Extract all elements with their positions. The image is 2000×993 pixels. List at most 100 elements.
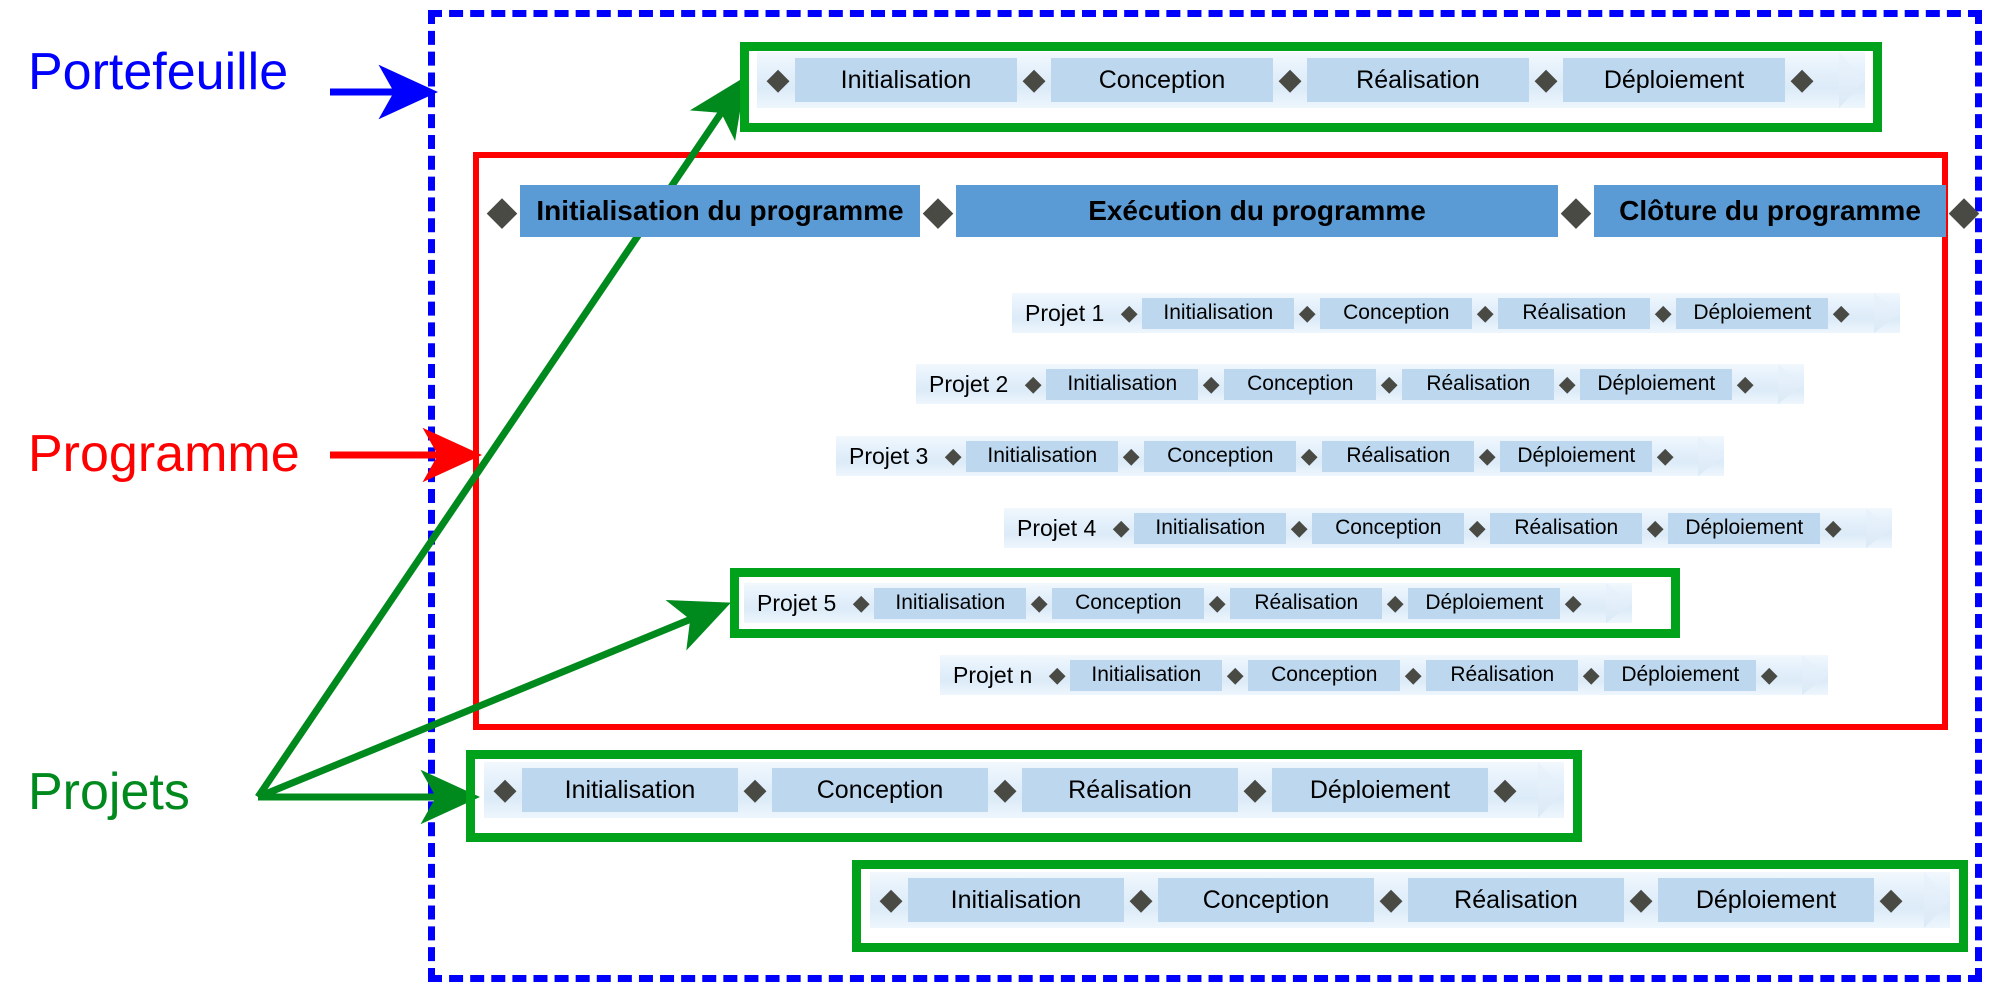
timeline-arrow-tip (1874, 293, 1900, 333)
diamond-icon: ◆ (1654, 300, 1672, 325)
diamond-icon: ◆ (1629, 883, 1653, 916)
project-row-n[interactable]: Projet n ◆ Initialisation ◆ Conception ◆… (940, 655, 1828, 695)
diagram-canvas: Portefeuille Programme Projets ◆ Initial… (0, 0, 2000, 993)
diamond-icon: ◆ (766, 63, 790, 96)
phase-cell-deploiement[interactable]: Déploiement (1580, 368, 1733, 400)
diamond-icon: ◆ (1122, 443, 1140, 468)
phase-cell-deploiement[interactable]: Déploiement (1604, 659, 1757, 691)
phase-cell-initialisation[interactable]: Initialisation (795, 58, 1017, 102)
diamond-icon: ◆ (1879, 883, 1903, 916)
phase-cell-realisation[interactable]: Réalisation (1322, 440, 1475, 472)
phase-cell-initialisation[interactable]: Initialisation (522, 768, 738, 812)
phase-cell-realisation[interactable]: Réalisation (1426, 659, 1579, 691)
diamond-icon: ◆ (1558, 371, 1576, 396)
phase-cell-initialisation[interactable]: Initialisation (1134, 512, 1287, 544)
phase-cell-conception[interactable]: Conception (1052, 587, 1205, 619)
phase-cell-initialisation[interactable]: Initialisation (908, 878, 1124, 922)
project-row-label: Projet n (953, 661, 1033, 688)
diamond-icon: ◆ (1790, 63, 1814, 96)
phase-cell-realisation[interactable]: Réalisation (1408, 878, 1624, 922)
timeline-arrow-tip (1778, 364, 1804, 404)
phase-cell-conception[interactable]: Conception (772, 768, 988, 812)
diamond-icon: ◆ (1656, 443, 1674, 468)
phase-cell-deploiement[interactable]: Déploiement (1668, 512, 1821, 544)
diamond-icon: ◆ (486, 189, 518, 233)
phase-cell-conception[interactable]: Conception (1248, 659, 1401, 691)
programme-phase-execution[interactable]: Exécution du programme (956, 185, 1558, 237)
diamond-icon: ◆ (1030, 590, 1048, 615)
timeline-arrow-tip (1538, 762, 1564, 818)
programme-phase-bar[interactable]: ◆ Initialisation du programme ◆ Exécutio… (484, 183, 1982, 239)
projects-label: Projets (28, 763, 190, 821)
project-row-2[interactable]: Projet 2 ◆ Initialisation ◆ Conception ◆… (916, 364, 1804, 404)
phase-cell-conception[interactable]: Conception (1320, 297, 1473, 329)
diamond-icon: ◆ (1379, 883, 1403, 916)
phase-cell-conception[interactable]: Conception (1312, 512, 1465, 544)
phase-cell-deploiement[interactable]: Déploiement (1408, 587, 1561, 619)
diamond-icon: ◆ (1226, 662, 1244, 687)
diamond-icon: ◆ (1478, 443, 1496, 468)
phase-cell-deploiement[interactable]: Déploiement (1658, 878, 1874, 922)
phase-cell-realisation[interactable]: Réalisation (1498, 297, 1651, 329)
project-row-5[interactable]: Projet 5 ◆ Initialisation ◆ Conception ◆… (744, 583, 1632, 623)
phase-cell-realisation[interactable]: Réalisation (1402, 368, 1555, 400)
diamond-icon: ◆ (493, 773, 517, 806)
diamond-icon: ◆ (1298, 300, 1316, 325)
phase-cell-conception[interactable]: Conception (1224, 368, 1377, 400)
diamond-icon: ◆ (1243, 773, 1267, 806)
portfolio-top-timeline[interactable]: ◆ Initialisation ◆ Conception ◆ Réalisat… (757, 52, 1865, 108)
diamond-icon: ◆ (1582, 662, 1600, 687)
phase-cell-realisation[interactable]: Réalisation (1490, 512, 1643, 544)
diamond-icon: ◆ (852, 590, 870, 615)
programme-phase-initialisation[interactable]: Initialisation du programme (520, 185, 920, 237)
diamond-icon: ◆ (879, 883, 903, 916)
project-row-4[interactable]: Projet 4 ◆ Initialisation ◆ Conception ◆… (1004, 508, 1892, 548)
diamond-icon: ◆ (1948, 189, 1980, 233)
diamond-icon: ◆ (1208, 590, 1226, 615)
phase-cell-conception[interactable]: Conception (1051, 58, 1273, 102)
phase-cell-initialisation[interactable]: Initialisation (1046, 368, 1199, 400)
diamond-icon: ◆ (1493, 773, 1517, 806)
phase-cell-deploiement[interactable]: Déploiement (1563, 58, 1785, 102)
diamond-icon: ◆ (1736, 371, 1754, 396)
diamond-icon: ◆ (1022, 63, 1046, 96)
phase-cell-deploiement[interactable]: Déploiement (1272, 768, 1488, 812)
diamond-icon: ◆ (1476, 300, 1494, 325)
phase-cell-initialisation[interactable]: Initialisation (874, 587, 1027, 619)
phase-cell-initialisation[interactable]: Initialisation (1142, 297, 1295, 329)
phase-cell-initialisation[interactable]: Initialisation (966, 440, 1119, 472)
phase-cell-realisation[interactable]: Réalisation (1307, 58, 1529, 102)
diamond-icon: ◆ (944, 443, 962, 468)
diamond-icon: ◆ (993, 773, 1017, 806)
portfolio-label: Portefeuille (28, 43, 289, 101)
diamond-icon: ◆ (743, 773, 767, 806)
diamond-icon: ◆ (922, 189, 954, 233)
phase-cell-deploiement[interactable]: Déploiement (1500, 440, 1653, 472)
project-row-3[interactable]: Projet 3 ◆ Initialisation ◆ Conception ◆… (836, 436, 1724, 476)
diamond-icon: ◆ (1278, 63, 1302, 96)
timeline-arrow-tip (1802, 655, 1828, 695)
timeline-arrow-tip (1839, 52, 1865, 108)
diamond-icon: ◆ (1468, 515, 1486, 540)
standalone-project-timeline-1[interactable]: ◆ Initialisation ◆ Conception ◆ Réalisat… (484, 762, 1564, 818)
standalone-project-timeline-2[interactable]: ◆ Initialisation ◆ Conception ◆ Réalisat… (870, 872, 1950, 928)
phase-cell-conception[interactable]: Conception (1158, 878, 1374, 922)
diamond-icon: ◆ (1048, 662, 1066, 687)
diamond-icon: ◆ (1564, 590, 1582, 615)
diamond-icon: ◆ (1404, 662, 1422, 687)
diamond-icon: ◆ (1534, 63, 1558, 96)
phase-cell-conception[interactable]: Conception (1144, 440, 1297, 472)
programme-phase-cloture[interactable]: Clôture du programme (1594, 185, 1946, 237)
project-row-1[interactable]: Projet 1 ◆ Initialisation ◆ Conception ◆… (1012, 293, 1900, 333)
diamond-icon: ◆ (1120, 300, 1138, 325)
diamond-icon: ◆ (1300, 443, 1318, 468)
diamond-icon: ◆ (1832, 300, 1850, 325)
phase-cell-deploiement[interactable]: Déploiement (1676, 297, 1829, 329)
programme-label: Programme (28, 425, 300, 483)
phase-cell-initialisation[interactable]: Initialisation (1070, 659, 1223, 691)
phase-cell-realisation[interactable]: Réalisation (1230, 587, 1383, 619)
project-row-label: Projet 5 (757, 589, 837, 616)
phase-cell-realisation[interactable]: Réalisation (1022, 768, 1238, 812)
project-row-label: Projet 1 (1025, 299, 1105, 326)
timeline-arrow-tip (1606, 583, 1632, 623)
